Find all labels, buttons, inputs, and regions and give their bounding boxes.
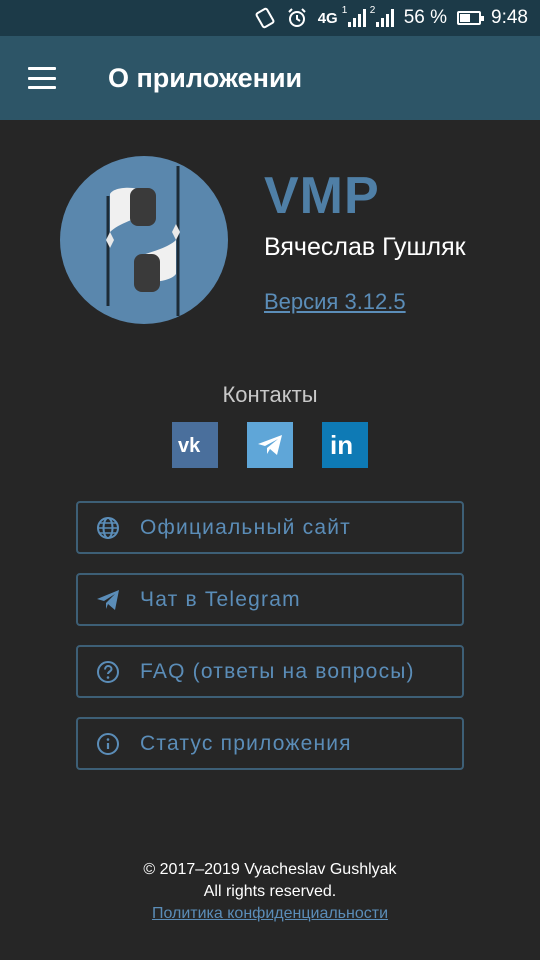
official-site-button[interactable]: Официальный сайт <box>76 501 464 554</box>
author-name: Вячеслав Гушляк <box>264 233 466 261</box>
help-circle-icon <box>96 660 120 684</box>
telegram-chat-label: Чат в Telegram <box>140 587 301 611</box>
privacy-policy-row: Политика конфиденциальности <box>0 905 540 923</box>
faq-label: FAQ (ответы на вопросы) <box>140 659 415 683</box>
page-title: О приложении <box>108 62 303 93</box>
alarm-icon <box>286 7 308 29</box>
svg-text:in: in <box>330 432 353 458</box>
app-bar: О приложении <box>0 36 540 120</box>
hamburger-menu-icon[interactable] <box>28 67 56 89</box>
status-bar: 4G 1 2 56 % 9:48 <box>0 0 540 36</box>
app-name: VMP <box>264 167 380 225</box>
official-site-label: Официальный сайт <box>140 515 351 539</box>
app-status-label: Статус приложения <box>140 731 352 755</box>
svg-text:vk: vk <box>178 435 201 455</box>
sim1-badge: 1 <box>341 5 348 16</box>
network-type: 4G <box>317 9 338 27</box>
vk-icon[interactable]: vk <box>172 422 218 468</box>
signal-icon-sim1: 1 <box>342 5 366 27</box>
app-status-button[interactable]: Статус приложения <box>76 717 464 770</box>
send-icon <box>96 588 120 612</box>
contacts-title: Контакты <box>222 382 318 407</box>
info-icon <box>96 732 120 756</box>
clock: 9:48 <box>491 7 528 28</box>
linkedin-icon[interactable]: in <box>322 422 368 468</box>
privacy-policy-link[interactable]: Политика конфиденциальности <box>152 905 388 922</box>
signal-icon-sim2: 2 <box>370 5 394 27</box>
vibrate-icon <box>254 7 276 29</box>
telegram-icon[interactable] <box>247 422 293 468</box>
version-link[interactable]: Версия 3.12.5 <box>264 289 406 315</box>
sim2-badge: 2 <box>369 5 376 16</box>
rights-text: All rights reserved. <box>203 883 337 900</box>
earphones-icon <box>106 166 180 316</box>
globe-icon <box>96 516 120 540</box>
faq-button[interactable]: FAQ (ответы на вопросы) <box>76 645 464 698</box>
battery-icon <box>457 11 485 25</box>
copyright-text: © 2017–2019 Vyacheslav Gushlyak <box>143 861 397 878</box>
app-logo <box>60 156 228 324</box>
battery-percent: 56 % <box>403 7 448 28</box>
telegram-chat-button[interactable]: Чат в Telegram <box>76 573 464 626</box>
battery-fill <box>460 14 471 22</box>
